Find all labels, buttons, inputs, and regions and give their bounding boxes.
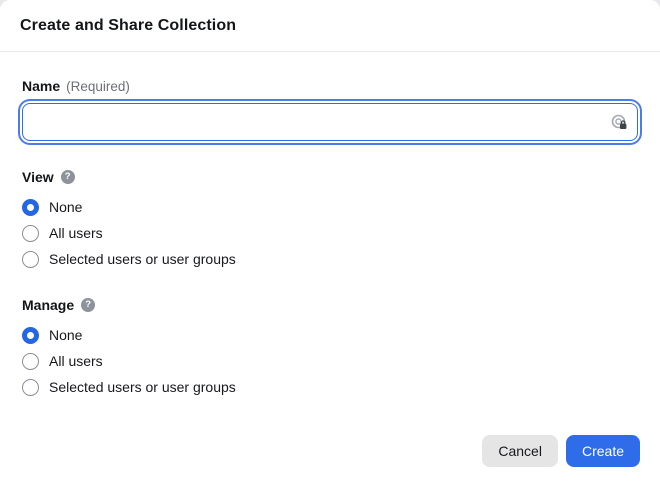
view-help-icon[interactable]: ? bbox=[60, 170, 75, 184]
password-manager-lock-icon[interactable] bbox=[611, 114, 627, 130]
radio-button-icon[interactable] bbox=[22, 378, 39, 396]
view-label: View bbox=[22, 169, 54, 185]
radio-button-icon[interactable] bbox=[22, 198, 39, 216]
radio-button-icon[interactable] bbox=[22, 250, 39, 268]
radio-label: All users bbox=[49, 353, 103, 369]
create-share-collection-dialog: Create and Share Collection Name (Requir… bbox=[0, 0, 660, 481]
name-label-row: Name (Required) bbox=[22, 78, 638, 94]
required-note: (Required) bbox=[66, 79, 130, 94]
manage-section: Manage ? None All users Selected users o… bbox=[22, 297, 638, 400]
view-option-selected-users[interactable]: Selected users or user groups bbox=[22, 246, 638, 272]
radio-button-icon[interactable] bbox=[22, 326, 39, 344]
manage-label-row: Manage ? bbox=[22, 297, 638, 313]
manage-option-selected-users[interactable]: Selected users or user groups bbox=[22, 374, 638, 400]
manage-option-all-users[interactable]: All users bbox=[22, 348, 638, 374]
cancel-button[interactable]: Cancel bbox=[482, 435, 558, 467]
name-input-wrap bbox=[22, 103, 638, 141]
name-input[interactable] bbox=[22, 103, 638, 141]
view-section: View ? None All users Selected users or … bbox=[22, 169, 638, 272]
dialog-footer: Cancel Create bbox=[0, 435, 660, 467]
manage-label: Manage bbox=[22, 297, 75, 313]
name-label: Name bbox=[22, 78, 61, 94]
radio-label: Selected users or user groups bbox=[49, 251, 236, 267]
manage-radio-group: None All users Selected users or user gr… bbox=[22, 322, 638, 400]
radio-label: All users bbox=[49, 225, 103, 241]
dialog-content: Name (Required) View ? None All users Se… bbox=[0, 78, 660, 400]
view-option-all-users[interactable]: All users bbox=[22, 220, 638, 246]
dialog-header: Create and Share Collection bbox=[0, 0, 660, 52]
view-label-row: View ? bbox=[22, 169, 638, 185]
view-option-none[interactable]: None bbox=[22, 194, 638, 220]
radio-label: None bbox=[49, 199, 83, 215]
manage-help-icon[interactable]: ? bbox=[81, 298, 96, 312]
radio-button-icon[interactable] bbox=[22, 224, 39, 242]
radio-label: Selected users or user groups bbox=[49, 379, 236, 395]
view-radio-group: None All users Selected users or user gr… bbox=[22, 194, 638, 272]
radio-label: None bbox=[49, 327, 83, 343]
dialog-title: Create and Share Collection bbox=[20, 16, 237, 34]
radio-button-icon[interactable] bbox=[22, 352, 39, 370]
create-button[interactable]: Create bbox=[565, 435, 640, 467]
manage-option-none[interactable]: None bbox=[22, 322, 638, 348]
